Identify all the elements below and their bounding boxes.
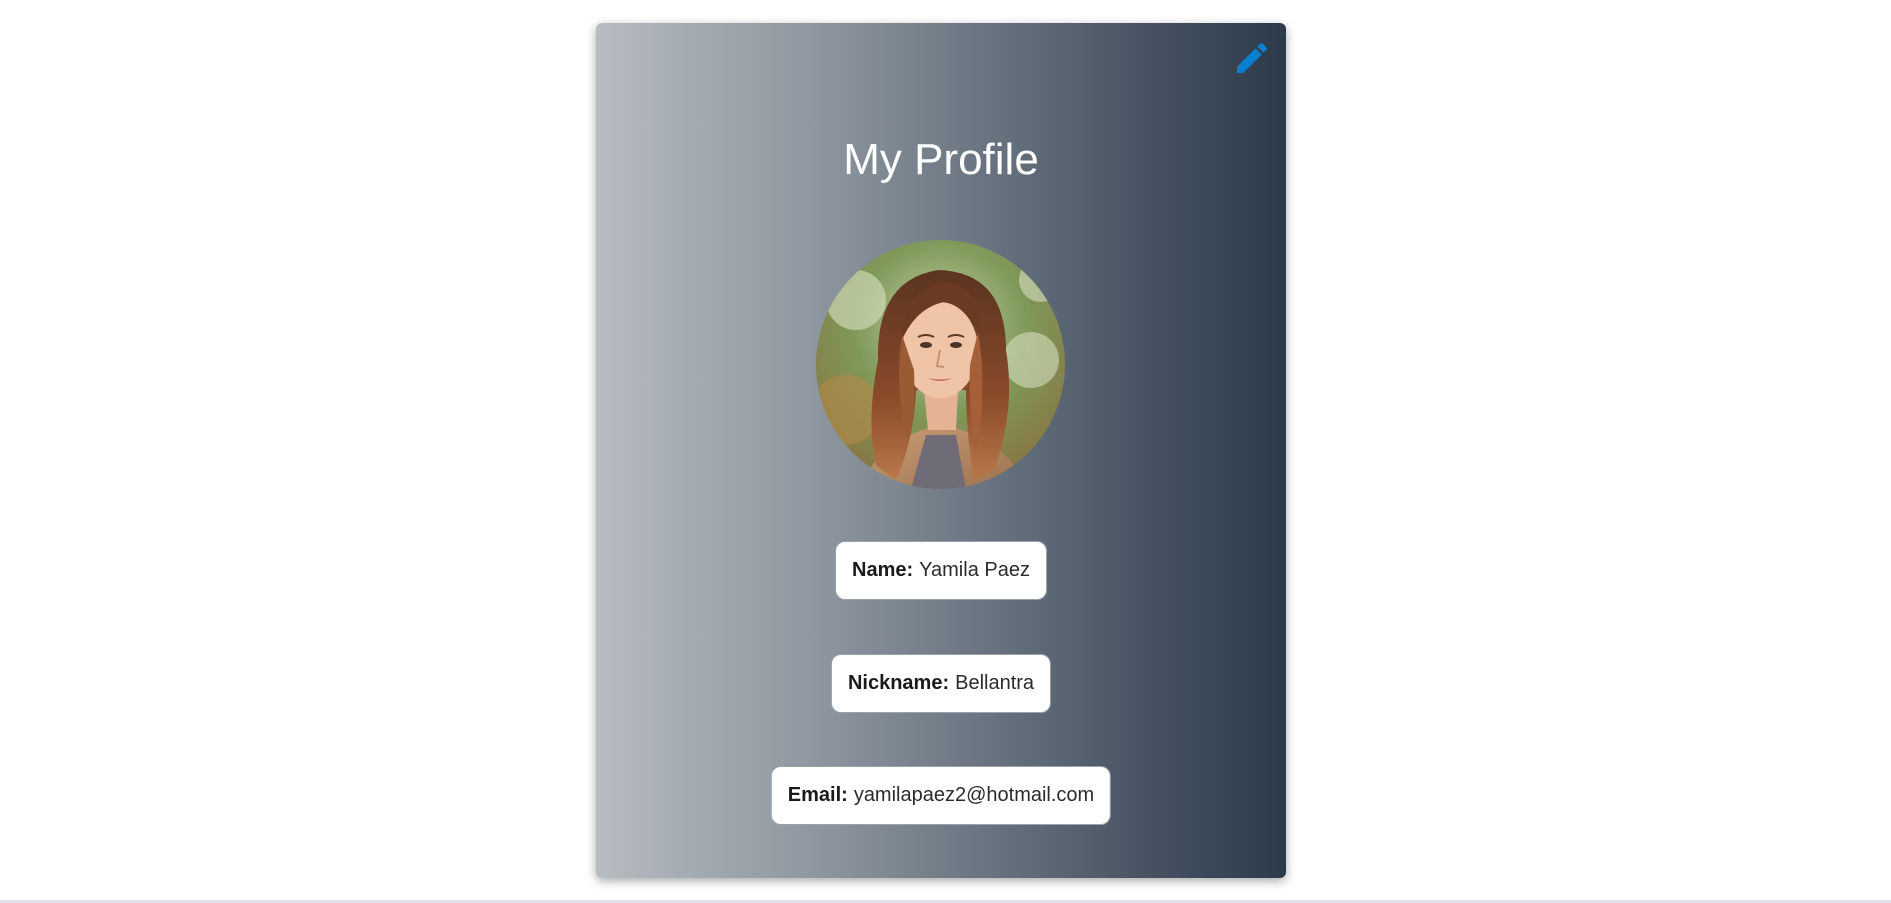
pencil-icon: [1237, 42, 1268, 73]
nickname-value: Bellantra: [955, 672, 1035, 694]
email-value: yamilapaez2@hotmail.com: [853, 784, 1095, 806]
page-title: My Profile: [843, 135, 1039, 184]
avatar: [816, 240, 1065, 489]
avatar-photo: [816, 240, 1065, 489]
name-field: Name: Yamila Paez: [835, 541, 1047, 600]
page: My Profile Name: Yamila Paez Nickname: B…: [0, 0, 1891, 903]
email-label: Email:: [787, 784, 848, 806]
email-field: Email: yamilapaez2@hotmail.com: [770, 766, 1112, 825]
profile-card: My Profile Name: Yamila Paez Nickname: B…: [596, 23, 1286, 878]
name-value: Yamila Paez: [919, 559, 1030, 581]
name-label: Name:: [852, 559, 914, 581]
edit-profile-button[interactable]: [1230, 36, 1274, 80]
nickname-label: Nickname:: [847, 672, 950, 694]
nickname-field: Nickname: Bellantra: [830, 654, 1052, 713]
